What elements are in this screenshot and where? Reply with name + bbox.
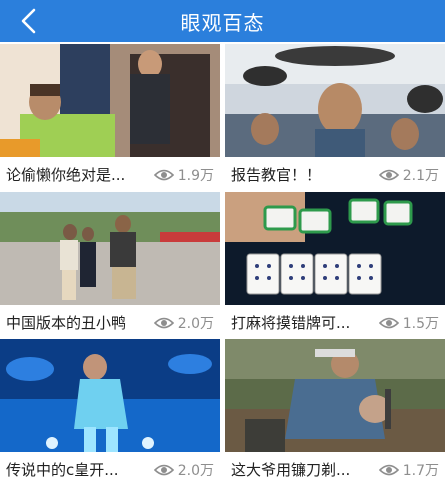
video-title: 报告教官！！ — [231, 166, 322, 184]
video-thumbnail — [225, 44, 445, 157]
view-count-value: 2.0万 — [177, 462, 214, 479]
video-card[interactable]: 论偷懒你绝对是... 1.9万 — [0, 44, 220, 192]
view-count: 1.9万 — [153, 165, 214, 185]
video-thumbnail — [0, 339, 220, 452]
eye-icon — [378, 463, 399, 477]
video-thumbnail — [225, 339, 445, 452]
video-card[interactable]: 打麻将摸错牌可... 1.5万 — [225, 192, 445, 340]
view-count: 1.5万 — [378, 313, 439, 333]
chevron-left-icon — [21, 8, 36, 34]
view-count: 2.0万 — [153, 460, 214, 480]
video-card[interactable]: 传说中的c皇开... 2.0万 — [0, 339, 220, 481]
view-count: 1.7万 — [378, 460, 439, 480]
video-thumbnail — [0, 192, 220, 305]
video-card[interactable]: 中国版本的丑小鸭 2.0万 — [0, 192, 220, 340]
video-card[interactable]: 报告教官！！ 2.1万 — [225, 44, 445, 192]
eye-icon — [153, 463, 174, 477]
video-title: 打麻将摸错牌可... — [231, 314, 351, 332]
eye-icon — [153, 168, 174, 182]
video-card[interactable]: 这大爷用镰刀剃... 1.7万 — [225, 339, 445, 481]
eye-icon — [378, 316, 399, 330]
eye-icon — [153, 316, 174, 330]
video-title: 这大爷用镰刀剃... — [231, 461, 351, 479]
view-count: 2.0万 — [153, 313, 214, 333]
eye-icon — [378, 168, 399, 182]
view-count-value: 1.9万 — [177, 167, 214, 184]
view-count-value: 2.1万 — [402, 167, 439, 184]
top-bar: 眼观百态 — [0, 0, 445, 42]
page-title: 眼观百态 — [180, 10, 265, 35]
video-title: 论偷懒你绝对是... — [6, 166, 126, 184]
video-thumbnail — [225, 192, 445, 305]
video-thumbnail — [0, 44, 220, 157]
view-count-value: 2.0万 — [177, 315, 214, 332]
video-title: 传说中的c皇开... — [6, 461, 119, 479]
back-button[interactable] — [12, 4, 44, 38]
view-count-value: 1.7万 — [402, 462, 439, 479]
video-title: 中国版本的丑小鸭 — [6, 314, 127, 332]
view-count: 2.1万 — [378, 165, 439, 185]
view-count-value: 1.5万 — [402, 315, 439, 332]
